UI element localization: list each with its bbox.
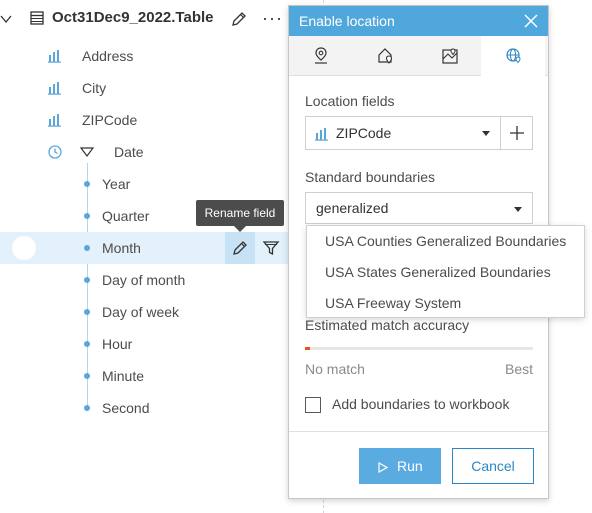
string-field-icon [315,128,328,141]
standard-boundaries-label: Standard boundaries [305,169,435,185]
subfield-label: Month [102,240,141,256]
field-label: ZIPCode [82,112,138,128]
table-icon [30,11,44,25]
close-icon[interactable] [523,13,539,29]
option-label: USA States Generalized Boundaries [325,264,551,280]
add-location-field-button[interactable] [500,116,533,150]
data-pane: Oct31Dec9_2022.Table ··· Address City ZI… [0,0,290,513]
play-icon [378,462,388,473]
collapse-caret-icon[interactable] [0,13,12,25]
dialog-header: Enable location [289,6,548,36]
accuracy-meter-fill [305,347,310,350]
location-fields-label: Location fields [305,93,395,109]
accuracy-low-label: No match [305,361,365,377]
run-button[interactable]: Run [359,448,441,484]
dialog-title: Enable location [299,13,395,29]
field-label: Address [82,48,134,64]
field-row-zipcode[interactable]: ZIPCode [0,104,290,136]
more-options-icon[interactable]: ··· [262,9,283,27]
dropdown-option[interactable]: USA States Generalized Boundaries [307,257,584,288]
tab-location-fields[interactable] [417,36,481,76]
dropdown-option[interactable]: USA Counties Generalized Boundaries [307,226,584,257]
edit-pencil-icon [233,241,247,255]
address-pin-icon [378,48,393,64]
tree-dot [84,277,90,283]
chevron-down-icon [514,207,522,212]
date-subfield-year[interactable]: Year [0,168,290,200]
string-field-icon [48,50,61,63]
subfield-label: Day of month [102,272,186,288]
date-subfield-minute[interactable]: Minute [0,360,290,392]
expand-caret-icon[interactable] [80,147,94,157]
standard-boundaries-input[interactable]: generalized [305,192,533,224]
subfield-label: Quarter [102,208,150,224]
field-label: City [82,80,107,96]
tab-coordinates[interactable] [289,36,353,76]
field-row-address[interactable]: Address [0,40,290,72]
add-boundaries-label[interactable]: Add boundaries to workbook [332,396,509,412]
selection-indicator [12,236,36,260]
tree-dot [84,373,90,379]
rename-field-tooltip: Rename field [196,200,284,232]
tree-dot [84,181,90,187]
string-field-icon [48,82,61,95]
date-subfield-day-of-month[interactable]: Day of month [0,264,290,296]
tab-address[interactable] [353,36,417,76]
option-label: USA Counties Generalized Boundaries [325,233,567,249]
subfield-label: Day of week [102,304,180,320]
subfield-label: Hour [102,336,133,352]
field-row-date[interactable]: Date [0,136,290,168]
globe-icon [506,48,521,64]
cancel-button[interactable]: Cancel [452,448,534,484]
dialog-footer: Run Cancel [289,431,548,499]
standard-boundaries-value: generalized [316,200,389,216]
location-field-value: ZIPCode [336,125,392,141]
tree-dot [84,309,90,315]
date-subfield-month[interactable]: Month [0,232,290,264]
accuracy-meter [305,347,533,350]
option-label: USA Freeway System [325,295,462,311]
run-label: Run [397,458,423,474]
plus-icon [510,126,524,140]
tree-dot [84,213,90,219]
rename-field-button[interactable] [225,232,255,264]
table-name[interactable]: Oct31Dec9_2022.Table [52,9,214,26]
tab-boundaries[interactable] [481,36,545,77]
filter-icon[interactable] [262,239,280,257]
boundaries-dropdown-menu: USA Counties Generalized Boundaries USA … [306,225,585,318]
date-subfield-second[interactable]: Second [0,392,290,424]
map-pin-icon [315,47,327,64]
cancel-label: Cancel [471,458,515,474]
date-subfield-day-of-week[interactable]: Day of week [0,296,290,328]
tree-dot [84,245,90,251]
subfield-label: Year [102,176,131,192]
string-field-icon [48,114,61,127]
table-header[interactable]: Oct31Dec9_2022.Table ··· [0,0,290,38]
add-boundaries-checkbox[interactable] [305,397,321,413]
field-row-city[interactable]: City [0,72,290,104]
field-label: Date [114,144,144,160]
location-field-select[interactable]: ZIPCode [305,116,501,150]
chevron-down-icon [482,131,490,136]
dropdown-option[interactable]: USA Freeway System [307,288,584,319]
edit-pencil-icon[interactable] [230,10,248,28]
date-subfield-hour[interactable]: Hour [0,328,290,360]
tree-dot [84,405,90,411]
location-type-tabs [289,36,548,77]
accuracy-high-label: Best [504,361,533,377]
subfield-label: Second [102,400,150,416]
subfield-label: Minute [102,368,145,384]
tree-dot [84,341,90,347]
accuracy-label: Estimated match accuracy [305,317,470,333]
date-field-icon [48,145,62,159]
map-location-icon [442,48,458,64]
